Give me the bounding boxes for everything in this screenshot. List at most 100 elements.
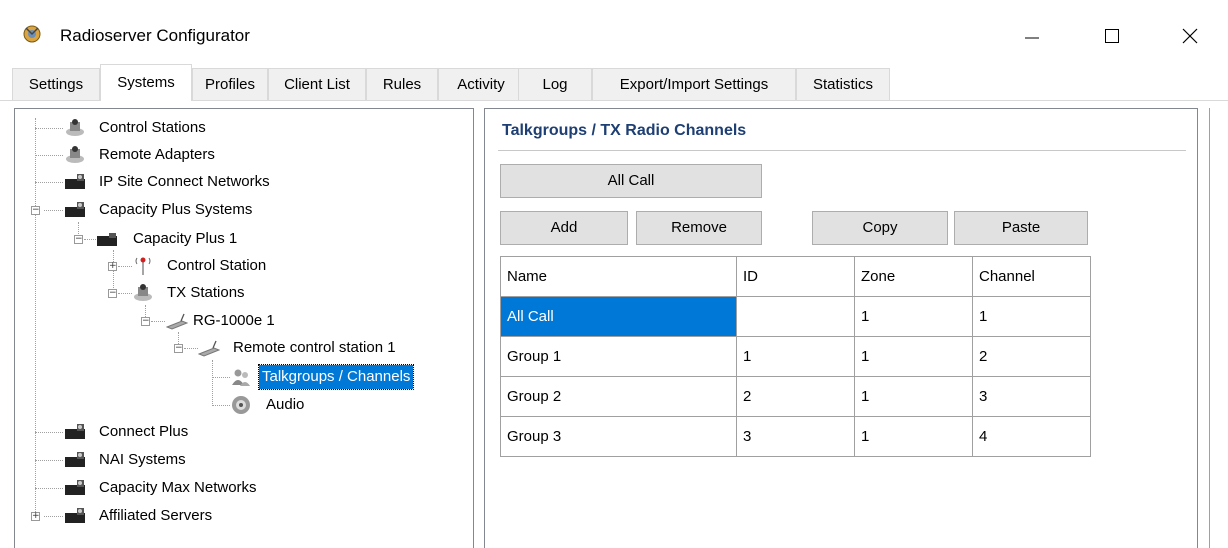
cell-id[interactable]: 3: [736, 416, 855, 457]
tree-item-capacity-max-networks[interactable]: Capacity Max Networks: [64, 476, 464, 500]
tree-item-remote-adapters[interactable]: Remote Adapters: [64, 143, 464, 167]
panel-title-underline: [498, 150, 1186, 151]
cell-channel[interactable]: 3: [972, 376, 1091, 417]
radio-icon: [166, 313, 188, 330]
tab-systems[interactable]: Systems: [100, 64, 192, 101]
collapse-toggle-icon[interactable]: −: [174, 344, 183, 353]
cell-channel[interactable]: 1: [972, 296, 1091, 337]
tab-settings[interactable]: Settings: [12, 68, 100, 100]
tree-item-rg-1000e-1[interactable]: RG-1000e 1: [166, 309, 456, 333]
collapse-toggle-icon[interactable]: −: [108, 289, 117, 298]
tab-export-import-settings[interactable]: Export/Import Settings: [592, 68, 796, 100]
tree-line: [35, 118, 36, 516]
tab-statistics[interactable]: Statistics: [796, 68, 890, 100]
maximize-button[interactable]: [1082, 14, 1142, 58]
tree-line: [35, 155, 63, 156]
paste-button[interactable]: Paste: [954, 211, 1088, 245]
network-icon: [65, 174, 85, 189]
tree-item-control-station[interactable]: Control Station: [132, 254, 452, 278]
network-icon: [65, 202, 85, 217]
cell-id[interactable]: 1: [736, 336, 855, 377]
copy-button[interactable]: Copy: [812, 211, 948, 245]
tree-line: [44, 516, 63, 517]
talkgroup-icon: [232, 369, 250, 386]
tree-line: [151, 321, 165, 322]
tree-line: [35, 488, 63, 489]
cell-name[interactable]: All Call: [500, 296, 737, 337]
tree-item-control-stations[interactable]: Control Stations: [64, 116, 464, 140]
tree-item-tx-stations[interactable]: TX Stations: [132, 281, 452, 305]
network-icon: [65, 508, 85, 523]
tree-item-ip-site-connect-networks[interactable]: IP Site Connect Networks: [64, 170, 464, 194]
table-row[interactable]: All Call 1 1: [500, 296, 1091, 337]
panel-title: Talkgroups / TX Radio Channels: [502, 122, 747, 139]
title-bar: Radioserver Configurator: [0, 0, 1228, 62]
cell-name[interactable]: Group 1: [500, 336, 737, 377]
cell-zone[interactable]: 1: [854, 376, 973, 417]
expand-toggle-icon[interactable]: +: [31, 512, 40, 521]
antenna-icon: [135, 257, 151, 275]
table-row[interactable]: Group 3 3 1 4: [500, 416, 1091, 457]
column-header-id[interactable]: ID: [736, 256, 855, 297]
tree-item-capacity-plus-1[interactable]: Capacity Plus 1: [96, 227, 456, 251]
tree-line: [35, 432, 63, 433]
column-header-name[interactable]: Name: [500, 256, 737, 297]
collapse-toggle-icon[interactable]: −: [141, 317, 150, 326]
tree-line: [212, 377, 230, 378]
column-header-channel[interactable]: Channel: [972, 256, 1091, 297]
talkgroups-table[interactable]: Name ID Zone Channel All Call 1 1 Group …: [500, 256, 1091, 457]
tab-client-list[interactable]: Client List: [268, 68, 366, 100]
tab-activity[interactable]: Activity: [438, 68, 524, 100]
network-icon: [65, 480, 85, 495]
window-title: Radioserver Configurator: [60, 26, 250, 45]
panel-divider: [1209, 108, 1210, 548]
tree-item-connect-plus[interactable]: Connect Plus: [64, 420, 464, 444]
tree-line: [35, 460, 63, 461]
column-header-zone[interactable]: Zone: [854, 256, 973, 297]
cell-channel[interactable]: 2: [972, 336, 1091, 377]
cell-id[interactable]: 2: [736, 376, 855, 417]
cell-channel[interactable]: 4: [972, 416, 1091, 457]
collapse-toggle-icon[interactable]: −: [31, 206, 40, 215]
network-icon: [65, 424, 85, 439]
table-row[interactable]: Group 1 1 1 2: [500, 336, 1091, 377]
tree-item-capacity-plus-systems[interactable]: Capacity Plus Systems: [64, 198, 464, 222]
tree-line: [35, 128, 63, 129]
cell-zone[interactable]: 1: [854, 336, 973, 377]
expand-toggle-icon[interactable]: +: [108, 262, 117, 271]
station-icon: [66, 146, 84, 163]
app-logo-icon: [23, 25, 41, 43]
cell-zone[interactable]: 1: [854, 416, 973, 457]
table-row[interactable]: Group 2 2 1 3: [500, 376, 1091, 417]
cell-name[interactable]: Group 3: [500, 416, 737, 457]
close-button[interactable]: [1160, 14, 1220, 58]
minimize-button[interactable]: [1002, 14, 1062, 58]
minimize-icon: [1025, 37, 1039, 39]
tree-line: [212, 360, 213, 406]
speaker-icon: [232, 396, 250, 414]
cell-id[interactable]: [736, 296, 855, 337]
tree-line: [118, 293, 132, 294]
maximize-icon: [1105, 29, 1119, 43]
tree-line: [212, 405, 230, 406]
tree-item-audio[interactable]: Audio: [230, 393, 430, 417]
all-call-button[interactable]: All Call: [500, 164, 762, 198]
tab-log[interactable]: Log: [518, 68, 592, 100]
tab-profiles[interactable]: Profiles: [192, 68, 268, 100]
cell-zone[interactable]: 1: [854, 296, 973, 337]
collapse-toggle-icon[interactable]: −: [74, 235, 83, 244]
tree-item-talkgroups-channels[interactable]: Talkgroups / Channels: [230, 364, 462, 390]
add-button[interactable]: Add: [500, 211, 628, 245]
table-header-row: Name ID Zone Channel: [500, 256, 1091, 297]
tree-item-affiliated-servers[interactable]: Affiliated Servers: [64, 504, 464, 528]
tree-item-nai-systems[interactable]: NAI Systems: [64, 448, 464, 472]
cell-name[interactable]: Group 2: [500, 376, 737, 417]
network-icon: [97, 233, 117, 246]
network-icon: [65, 452, 85, 467]
close-icon: [1182, 28, 1198, 44]
tab-rules[interactable]: Rules: [366, 68, 438, 100]
remove-button[interactable]: Remove: [636, 211, 762, 245]
tree-line: [184, 348, 198, 349]
tree-line: [118, 266, 132, 267]
tree-item-remote-control-station-1[interactable]: Remote control station 1: [198, 336, 458, 360]
